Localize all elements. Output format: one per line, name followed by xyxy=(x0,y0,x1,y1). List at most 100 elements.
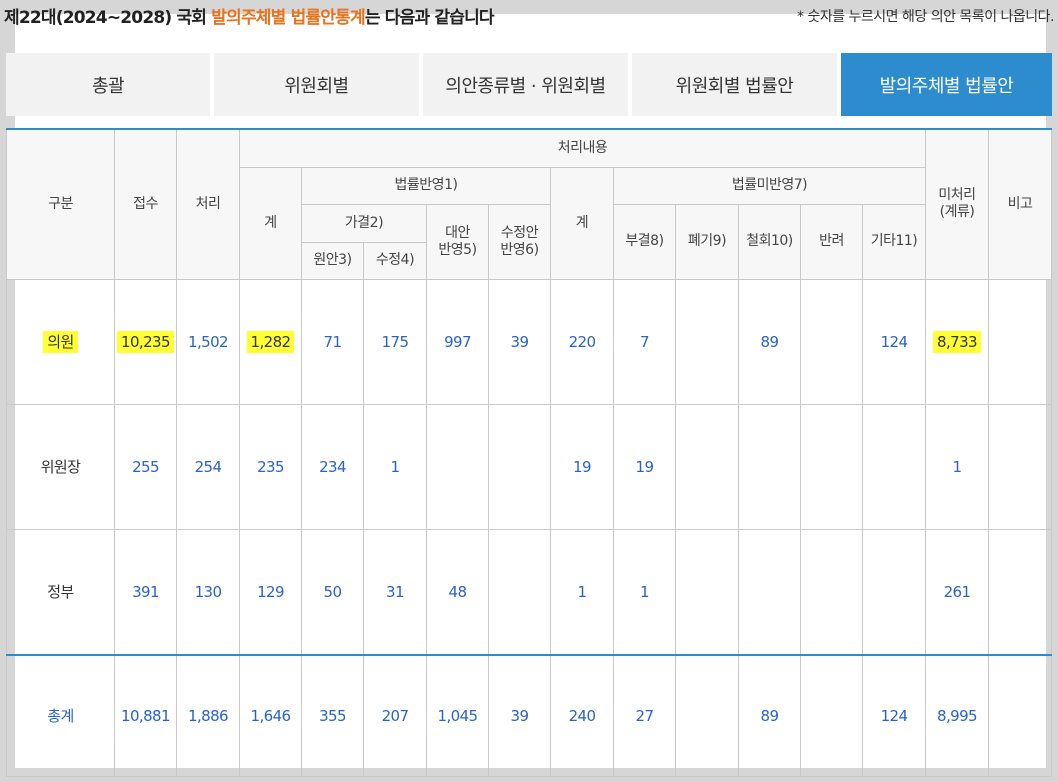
header-not-reflected-total: 계 xyxy=(550,166,614,280)
tab-by-type-committee[interactable]: 의안종류별 · 위원회별 xyxy=(423,53,628,116)
reflected-total-cell[interactable]: 129 xyxy=(239,528,302,655)
alternative-cell[interactable]: 1,045 xyxy=(426,653,489,777)
remarks-cell xyxy=(988,528,1052,655)
not-reflected-total-cell[interactable]: 220 xyxy=(550,278,614,405)
processed-cell[interactable]: 1,886 xyxy=(176,653,240,777)
title-prefix: 제22대(2024~2028) 국회 xyxy=(4,8,212,28)
remarks-cell xyxy=(988,403,1052,530)
tab-summary[interactable]: 총괄 xyxy=(6,53,210,116)
header-original: 원안3) xyxy=(301,241,364,280)
returned-cell xyxy=(800,528,863,655)
not-reflected-total-cell[interactable]: 240 xyxy=(550,653,614,777)
received-cell[interactable]: 10,881 xyxy=(114,653,177,777)
not-reflected-total-cell[interactable]: 19 xyxy=(550,403,614,530)
bill-statistics-table: 구분 접수 처리 처리내용 미처리 (계류) 비고 계 법률반영1) 계 법률미… xyxy=(6,128,1052,777)
reflected-total-cell[interactable]: 1,646 xyxy=(239,653,302,777)
alternative-cell[interactable]: 997 xyxy=(426,278,489,405)
header-not-reflected-group: 법률미반영7) xyxy=(613,166,926,205)
unprocessed-cell[interactable]: 8,733 xyxy=(925,278,989,405)
unprocessed-cell[interactable]: 261 xyxy=(925,528,989,655)
header-discarded: 폐기9) xyxy=(675,203,739,280)
rejected-cell[interactable]: 27 xyxy=(613,653,676,777)
title-suffix: 는 다음과 같습니다 xyxy=(364,8,495,28)
remarks-cell xyxy=(988,653,1052,777)
header-remarks: 비고 xyxy=(988,128,1052,280)
amendment-reflected-cell xyxy=(488,403,551,530)
amended-cell[interactable]: 175 xyxy=(363,278,427,405)
withdrawn-cell[interactable]: 89 xyxy=(738,653,801,777)
discarded-cell xyxy=(675,528,739,655)
header-category: 구분 xyxy=(6,128,115,280)
amendment-reflected-cell[interactable]: 39 xyxy=(488,278,551,405)
received-cell[interactable]: 391 xyxy=(114,528,177,655)
returned-cell xyxy=(800,403,863,530)
received-cell[interactable]: 10,235 xyxy=(114,278,177,405)
header-withdrawn: 철회10) xyxy=(738,203,801,280)
header-processed: 처리 xyxy=(176,128,240,280)
rejected-cell[interactable]: 7 xyxy=(613,278,676,405)
received-cell[interactable]: 255 xyxy=(114,403,177,530)
page-title: 제22대(2024~2028) 국회 발의주체별 법률안통계는 다음과 같습니다 xyxy=(4,3,495,28)
amendment-reflected-cell xyxy=(488,528,551,655)
tab-by-committee[interactable]: 위원회별 xyxy=(214,53,419,116)
row-label-cell: 의원 xyxy=(6,278,115,405)
header-amended: 수정4) xyxy=(363,241,427,280)
header-reflected-group: 법률반영1) xyxy=(301,166,551,205)
original-cell[interactable]: 355 xyxy=(301,653,364,777)
discarded-cell xyxy=(675,403,739,530)
alternative-cell xyxy=(426,403,489,530)
discarded-cell xyxy=(675,653,739,777)
header-rejected: 부결8) xyxy=(613,203,676,280)
header-amendment-reflected: 수정안 반영6) xyxy=(488,203,551,280)
amended-cell[interactable]: 31 xyxy=(363,528,427,655)
tab-sponsor-bills[interactable]: 발의주체별 법률안 xyxy=(841,53,1052,116)
withdrawn-cell xyxy=(738,403,801,530)
withdrawn-cell[interactable]: 89 xyxy=(738,278,801,405)
header-other: 기타11) xyxy=(862,203,926,280)
rejected-cell[interactable]: 1 xyxy=(613,528,676,655)
row-label: 의원 xyxy=(43,331,78,353)
processed-cell[interactable]: 254 xyxy=(176,403,240,530)
original-cell[interactable]: 234 xyxy=(301,403,364,530)
table-row: 위원장 255 254 235 234 1 19 19 1 xyxy=(6,403,1052,530)
reflected-total-value[interactable]: 1,282 xyxy=(246,330,295,353)
other-cell[interactable]: 124 xyxy=(862,278,926,405)
table-total-row: 총계 10,881 1,886 1,646 355 207 1,045 39 2… xyxy=(6,653,1052,777)
header-received: 접수 xyxy=(114,128,177,280)
unprocessed-cell[interactable]: 1 xyxy=(925,403,989,530)
header-reflected-total: 계 xyxy=(239,166,302,280)
alternative-cell[interactable]: 48 xyxy=(426,528,489,655)
reflected-total-cell[interactable]: 235 xyxy=(239,403,302,530)
table-row: 정부 391 130 129 50 31 48 1 1 261 xyxy=(6,528,1052,655)
returned-cell xyxy=(800,278,863,405)
unprocessed-cell[interactable]: 8,995 xyxy=(925,653,989,777)
original-cell[interactable]: 50 xyxy=(301,528,364,655)
tab-bar: 총괄 위원회별 의안종류별 · 위원회별 위원회별 법률안 발의주체별 법률안 xyxy=(6,53,1052,116)
table-row: 의원 10,235 1,502 1,282 71 175 997 39 220 … xyxy=(6,278,1052,405)
remarks-cell xyxy=(988,278,1052,405)
other-cell xyxy=(862,528,926,655)
discarded-cell xyxy=(675,278,739,405)
tab-committee-bills[interactable]: 위원회별 법률안 xyxy=(632,53,837,116)
unprocessed-value[interactable]: 8,733 xyxy=(933,330,981,353)
other-cell[interactable]: 124 xyxy=(862,653,926,777)
row-label: 정부 xyxy=(6,528,115,655)
amended-cell[interactable]: 1 xyxy=(363,403,427,530)
reflected-total-cell[interactable]: 1,282 xyxy=(239,278,302,405)
click-hint-note: * 숫자를 누르시면 해당 의안 목록이 나옵니다. xyxy=(797,9,1055,25)
rejected-cell[interactable]: 19 xyxy=(613,403,676,530)
received-value[interactable]: 10,235 xyxy=(117,330,174,353)
header-processing-content: 처리내용 xyxy=(239,128,926,168)
header-unprocessed: 미처리 (계류) xyxy=(925,128,989,280)
amendment-reflected-cell[interactable]: 39 xyxy=(488,653,551,777)
header-passed-group: 가결2) xyxy=(301,203,427,243)
not-reflected-total-cell[interactable]: 1 xyxy=(550,528,614,655)
original-cell[interactable]: 71 xyxy=(301,278,364,405)
total-label: 총계 xyxy=(6,653,115,777)
processed-cell[interactable]: 1,502 xyxy=(176,278,240,405)
amended-cell[interactable]: 207 xyxy=(363,653,427,777)
processed-cell[interactable]: 130 xyxy=(176,528,240,655)
header-alternative: 대안 반영5) xyxy=(426,203,489,280)
row-label: 위원장 xyxy=(6,403,115,530)
returned-cell xyxy=(800,653,863,777)
